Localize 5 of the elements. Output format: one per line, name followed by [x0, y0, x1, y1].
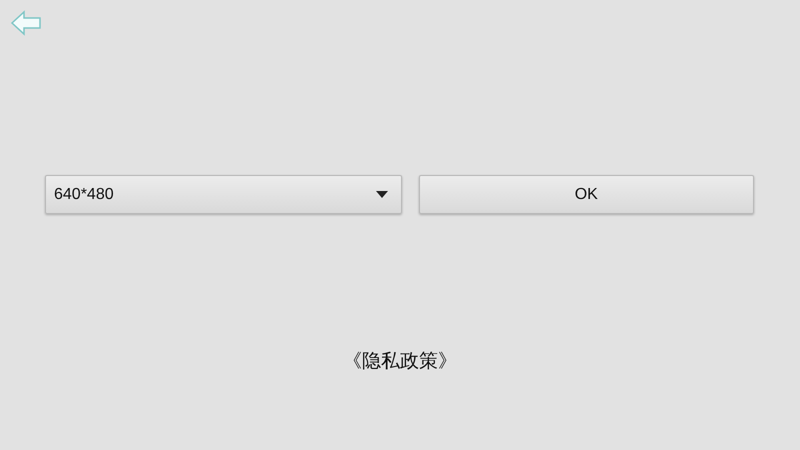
ok-button[interactable]: OK: [418, 175, 754, 214]
back-arrow-icon[interactable]: [10, 10, 42, 36]
privacy-policy-link[interactable]: 《隐私政策》: [343, 348, 457, 374]
resolution-dropdown[interactable]: 640*480: [45, 175, 402, 214]
caret-icon: [376, 191, 388, 198]
